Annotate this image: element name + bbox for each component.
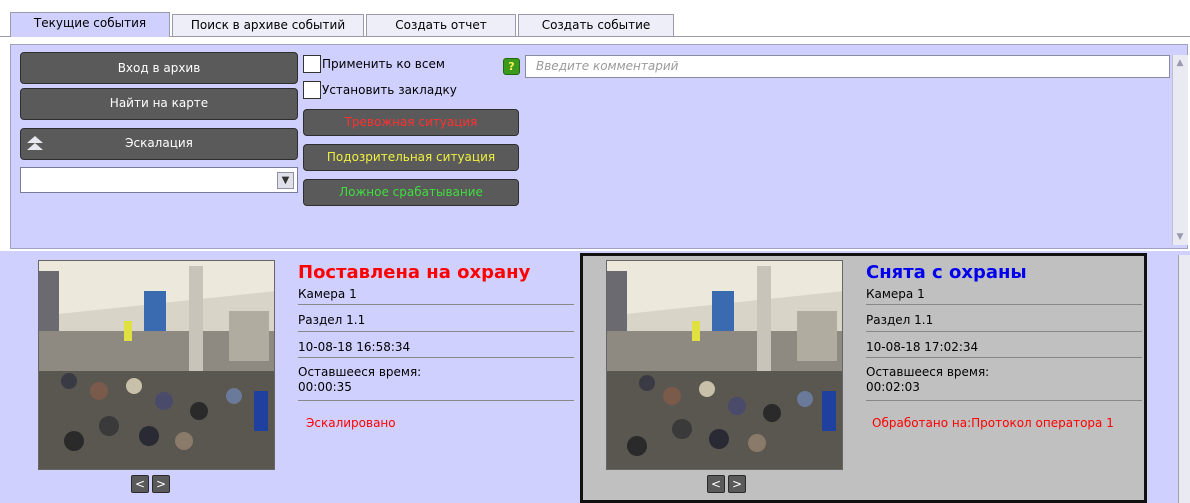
tab-archive-search[interactable]: Поиск в архиве событий bbox=[172, 14, 364, 36]
scroll-up-icon[interactable]: ▲ bbox=[1172, 55, 1188, 71]
tab-create-report[interactable]: Создать отчет bbox=[366, 14, 516, 36]
comment-placeholder: Введите комментарий bbox=[536, 59, 679, 73]
escalation-button[interactable]: Эскалация bbox=[20, 128, 298, 160]
dropdown-arrow-icon[interactable]: ▼ bbox=[277, 172, 294, 189]
tab-create-event[interactable]: Создать событие bbox=[518, 14, 674, 36]
help-icon[interactable]: ? bbox=[503, 58, 520, 75]
event-title: Снята с охраны bbox=[866, 262, 1027, 283]
suspicious-situation-button[interactable]: Подозрительная ситуация bbox=[303, 144, 519, 171]
camera-snapshot[interactable] bbox=[38, 260, 275, 470]
event-status: Обработано на:Протокол оператора 1 bbox=[872, 416, 1114, 430]
next-button[interactable]: > bbox=[152, 475, 170, 493]
event-status: Эскалировано bbox=[306, 416, 396, 430]
collapse-up-icon bbox=[25, 135, 45, 153]
separator bbox=[866, 357, 1142, 358]
camera-name: Камера 1 bbox=[866, 287, 925, 301]
remaining-time-label: Оставшееся время: bbox=[298, 365, 422, 379]
escalation-select[interactable] bbox=[20, 167, 298, 193]
prev-button[interactable]: < bbox=[131, 475, 149, 493]
camera-name: Камера 1 bbox=[298, 287, 357, 301]
remaining-time-value: 00:00:35 bbox=[298, 380, 352, 394]
prev-button[interactable]: < bbox=[707, 475, 725, 493]
separator bbox=[298, 357, 574, 358]
remaining-time-value: 00:02:03 bbox=[866, 380, 920, 394]
separator bbox=[298, 400, 574, 401]
separator bbox=[298, 304, 574, 305]
alarm-situation-button[interactable]: Тревожная ситуация bbox=[303, 109, 519, 136]
separator bbox=[866, 400, 1142, 401]
remaining-time-label: Оставшееся время: bbox=[866, 365, 990, 379]
event-title: Поставлена на охрану bbox=[298, 262, 531, 283]
separator bbox=[866, 331, 1142, 332]
tab-divider bbox=[0, 36, 1190, 37]
panel-scrollbar[interactable] bbox=[1172, 55, 1188, 245]
find-on-map-button[interactable]: Найти на карте bbox=[20, 88, 298, 120]
scroll-down-icon[interactable]: ▼ bbox=[1172, 229, 1188, 245]
apply-all-label: Применить ко всем bbox=[322, 57, 445, 71]
section-name: Раздел 1.1 bbox=[298, 313, 366, 327]
tab-bar: Текущие события Поиск в архиве событий С… bbox=[0, 12, 1190, 37]
bookmark-checkbox[interactable] bbox=[303, 81, 321, 99]
escalation-label: Эскалация bbox=[125, 136, 193, 150]
separator bbox=[866, 304, 1142, 305]
event-datetime: 10-08-18 16:58:34 bbox=[298, 340, 411, 354]
archive-button[interactable]: Вход в архив bbox=[20, 52, 298, 84]
camera-snapshot[interactable] bbox=[606, 260, 843, 470]
section-name: Раздел 1.1 bbox=[866, 313, 934, 327]
tab-current-events[interactable]: Текущие события bbox=[10, 12, 170, 37]
apply-all-checkbox[interactable] bbox=[303, 55, 321, 73]
events-scrollbar[interactable] bbox=[1178, 255, 1190, 503]
bookmark-label: Установить закладку bbox=[322, 83, 457, 97]
false-alarm-button[interactable]: Ложное срабатывание bbox=[303, 179, 519, 206]
next-button[interactable]: > bbox=[728, 475, 746, 493]
top-strip bbox=[0, 0, 1190, 12]
event-datetime: 10-08-18 17:02:34 bbox=[866, 340, 979, 354]
separator bbox=[298, 331, 574, 332]
